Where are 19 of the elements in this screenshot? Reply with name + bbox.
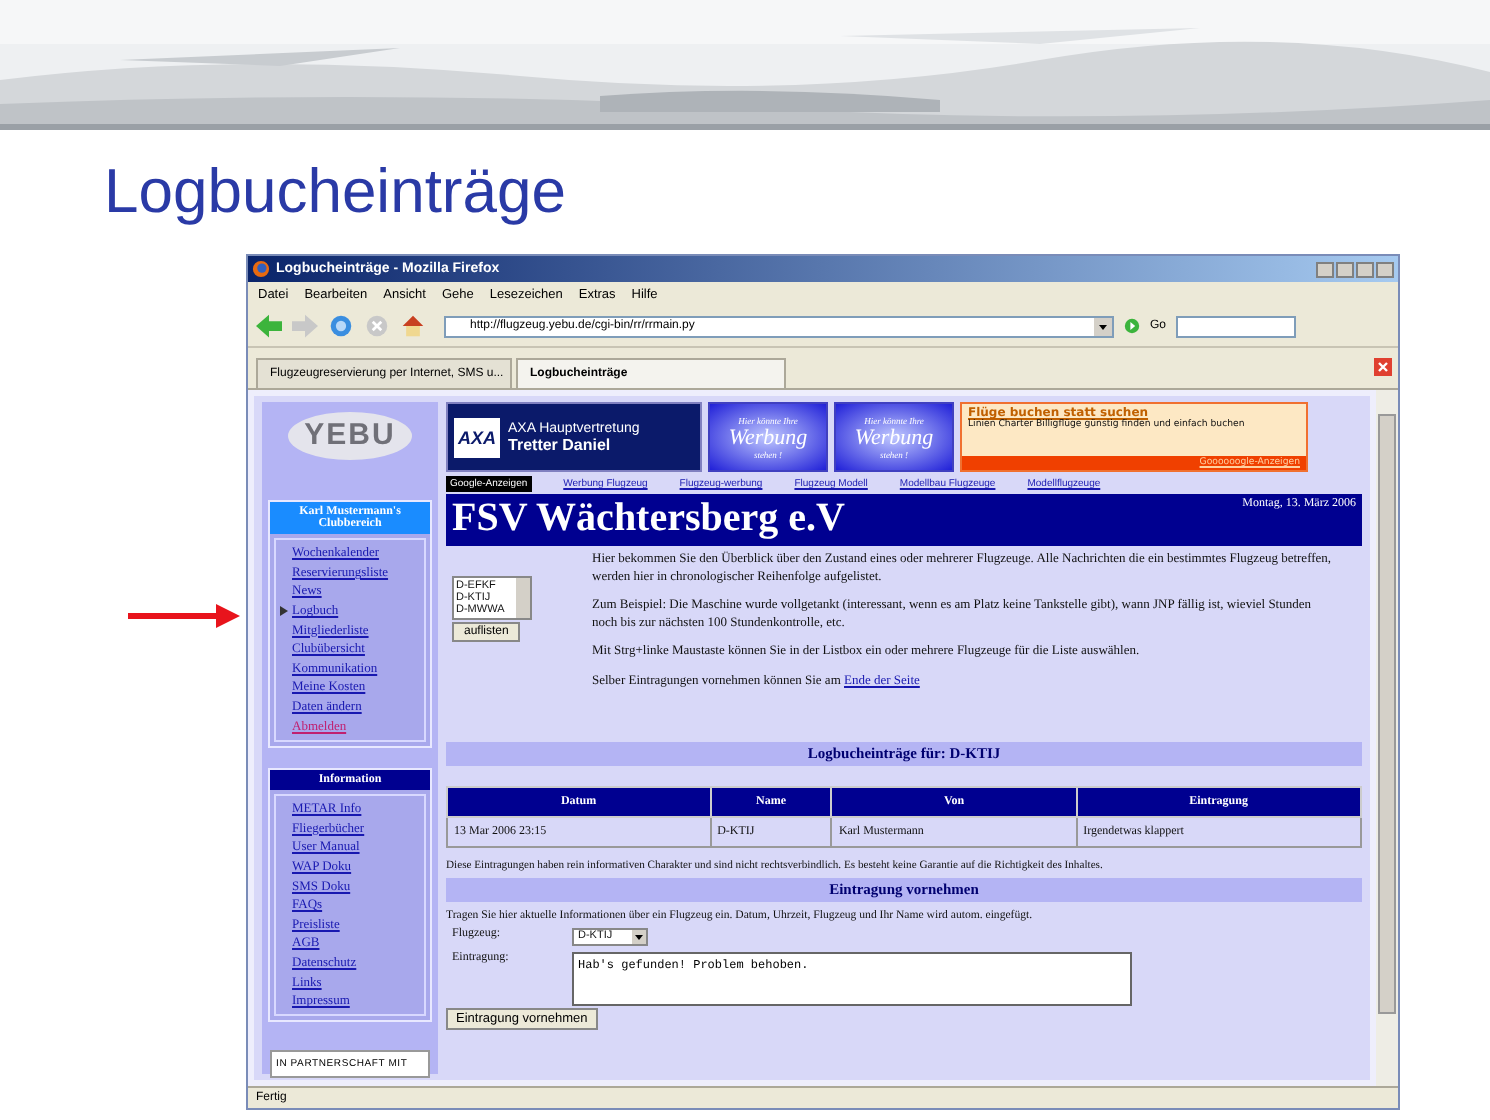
banner-text: Werbung xyxy=(728,425,808,449)
arrow-icon xyxy=(128,604,240,628)
go-icon[interactable] xyxy=(1124,318,1140,334)
stop-icon[interactable] xyxy=(364,314,390,338)
dropdown-arrow-icon[interactable] xyxy=(632,930,646,944)
axa-logo: AXA xyxy=(454,417,501,457)
search-field[interactable] xyxy=(1176,315,1297,337)
slide-title: Logbucheinträge xyxy=(102,154,568,230)
logo: YEBU xyxy=(288,412,412,460)
reload-icon[interactable] xyxy=(328,314,354,338)
forward-arrow-icon[interactable] xyxy=(292,314,318,338)
home-icon[interactable] xyxy=(400,314,426,338)
club-title: FSV Wächtersberg e.V xyxy=(452,494,845,542)
banner-text: Tretter Daniel xyxy=(508,435,613,453)
scrollbar[interactable] xyxy=(1376,390,1398,1086)
browser-logo-icon xyxy=(252,260,270,278)
close-tab-button[interactable] xyxy=(1374,358,1392,376)
banner-text: Werbung xyxy=(854,425,934,449)
back-arrow-icon[interactable] xyxy=(256,314,282,338)
